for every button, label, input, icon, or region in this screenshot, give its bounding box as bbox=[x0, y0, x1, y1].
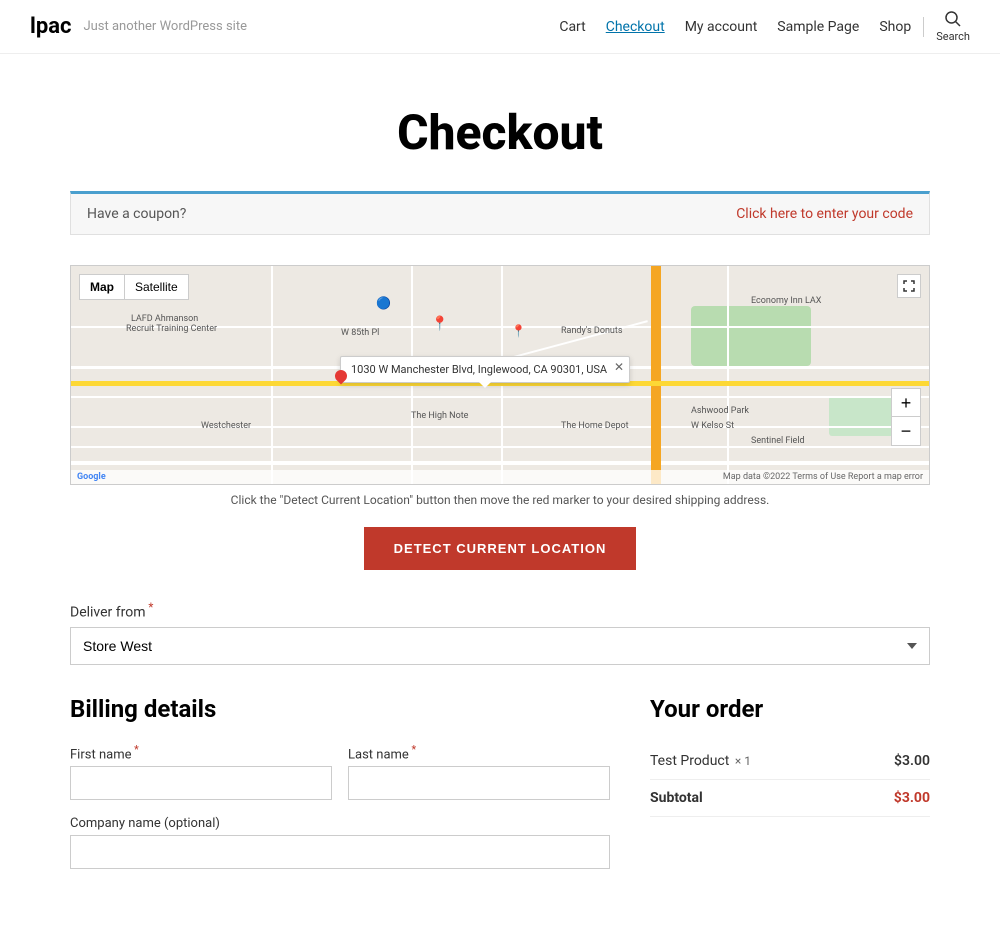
coupon-bar: Have a coupon? Click here to enter your … bbox=[70, 191, 930, 235]
coupon-text: Have a coupon? bbox=[87, 206, 186, 222]
subtotal-label: Subtotal bbox=[650, 779, 856, 816]
map-zoom-in[interactable]: + bbox=[892, 389, 920, 417]
subtotal-value: $3.00 bbox=[856, 779, 930, 816]
order-product-name: Test Product × 1 bbox=[650, 743, 856, 780]
last-name-label: Last name * bbox=[348, 743, 610, 762]
nav-cart[interactable]: Cart bbox=[559, 19, 585, 35]
google-logo: Google bbox=[77, 472, 106, 482]
header: lpac Just another WordPress site Cart Ch… bbox=[0, 0, 1000, 54]
map-fullscreen-button[interactable] bbox=[897, 274, 921, 298]
company-label: Company name (optional) bbox=[70, 816, 610, 831]
logo[interactable]: lpac bbox=[30, 14, 71, 39]
search-button[interactable]: Search bbox=[936, 10, 970, 43]
search-label: Search bbox=[936, 30, 970, 43]
page-title-wrap: Checkout bbox=[0, 54, 1000, 191]
first-name-label: First name * bbox=[70, 743, 332, 762]
deliver-from-label: Deliver from * bbox=[70, 600, 930, 621]
billing-heading: Billing details bbox=[70, 695, 610, 723]
tooltip-close[interactable]: ✕ bbox=[614, 360, 624, 374]
first-name-field: First name * bbox=[70, 743, 332, 800]
map-tab-satellite[interactable]: Satellite bbox=[124, 274, 189, 300]
billing-section: Billing details First name * Last name *… bbox=[70, 695, 610, 885]
checkout-columns: Billing details First name * Last name *… bbox=[70, 695, 930, 885]
order-table: Test Product × 1 $3.00 Subtotal $3.00 bbox=[650, 743, 930, 817]
fullscreen-icon bbox=[903, 280, 915, 292]
map-zoom-out[interactable]: − bbox=[892, 417, 920, 445]
first-name-input[interactable] bbox=[70, 766, 332, 800]
detect-button-wrap: DETECT CURRENT LOCATION bbox=[70, 527, 930, 570]
map-tooltip: 1030 W Manchester Blvd, Inglewood, CA 90… bbox=[340, 356, 630, 383]
nav-shop[interactable]: Shop bbox=[879, 19, 911, 35]
company-input[interactable] bbox=[70, 835, 610, 869]
order-heading: Your order bbox=[650, 695, 930, 723]
map-type-tabs: Map Satellite bbox=[79, 274, 189, 300]
detect-location-button[interactable]: DETECT CURRENT LOCATION bbox=[364, 527, 637, 570]
map-attribution: Google Map data ©2022 Terms of Use Repor… bbox=[71, 470, 929, 484]
nav-sample-page[interactable]: Sample Page bbox=[777, 19, 859, 35]
order-product-row: Test Product × 1 $3.00 bbox=[650, 743, 930, 780]
coupon-link[interactable]: Click here to enter your code bbox=[736, 206, 913, 222]
map-container[interactable]: LAFD Ahmanson Recruit Training Center LA… bbox=[70, 265, 930, 485]
page-title: Checkout bbox=[20, 104, 980, 161]
order-subtotal-row: Subtotal $3.00 bbox=[650, 779, 930, 816]
order-qty: × 1 bbox=[735, 754, 751, 768]
order-product-price: $3.00 bbox=[856, 743, 930, 780]
deliver-from-select[interactable]: Store West bbox=[70, 627, 930, 665]
tooltip-address: 1030 W Manchester Blvd, Inglewood, CA 90… bbox=[351, 363, 607, 376]
map-tab-map[interactable]: Map bbox=[79, 274, 124, 300]
main-nav: Cart Checkout My account Sample Page Sho… bbox=[559, 19, 911, 35]
map-zoom-controls: + − bbox=[891, 388, 921, 446]
nav-checkout[interactable]: Checkout bbox=[606, 19, 665, 35]
header-divider bbox=[923, 17, 924, 37]
name-row: First name * Last name * bbox=[70, 743, 610, 800]
map-instruction: Click the "Detect Current Location" butt… bbox=[70, 493, 930, 507]
order-section: Your order Test Product × 1 $3.00 Subtot… bbox=[650, 695, 930, 885]
last-name-field: Last name * bbox=[348, 743, 610, 800]
deliver-from-section: Deliver from * Store West bbox=[70, 600, 930, 665]
map-attribution-text: Map data ©2022 Terms of Use Report a map… bbox=[723, 472, 923, 482]
tagline: Just another WordPress site bbox=[83, 19, 247, 34]
last-name-input[interactable] bbox=[348, 766, 610, 800]
company-field: Company name (optional) bbox=[70, 816, 610, 869]
search-icon bbox=[944, 10, 962, 28]
main-content: Have a coupon? Click here to enter your … bbox=[50, 191, 950, 945]
nav-myaccount[interactable]: My account bbox=[685, 19, 758, 35]
